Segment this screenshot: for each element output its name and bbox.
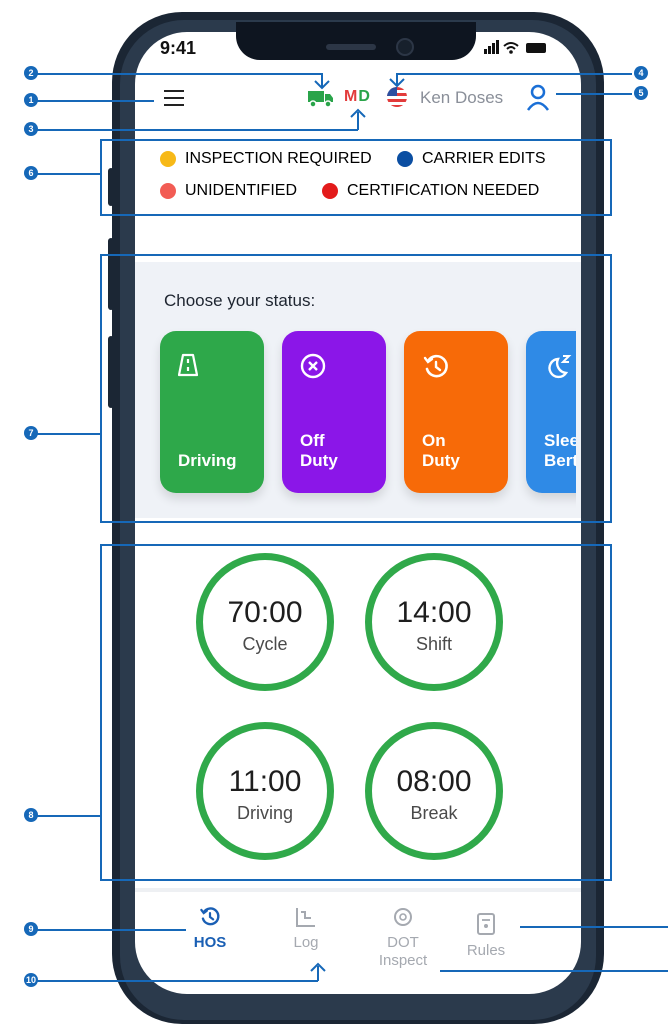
inspect-badge-icon: [394, 908, 412, 926]
truck-icon[interactable]: [308, 88, 334, 113]
annotation-line-5: [556, 93, 632, 95]
annotation-badge-8: 8: [24, 808, 38, 822]
clock-rotate-icon: [200, 907, 220, 926]
us-flag-icon[interactable]: [386, 86, 408, 113]
annotation-badge-9: 9: [24, 922, 38, 936]
nav-tab-rules[interactable]: Rules: [456, 912, 516, 959]
annotation-badge-3: 3: [24, 122, 38, 136]
annotation-line-2: [36, 73, 322, 75]
signal-wifi-icons: [484, 40, 522, 57]
status-bar-time: 9:41: [160, 38, 197, 58]
annotation-badge-2: 2: [24, 66, 38, 80]
nav-label: Log: [293, 934, 319, 951]
nav-label: Rules: [466, 942, 506, 959]
annotation-badge-10: 10: [24, 973, 38, 987]
region-code-d: D: [358, 88, 371, 105]
annotation-box-8: [100, 544, 612, 881]
front-camera: [396, 38, 414, 56]
annotation-badge-1: 1: [24, 93, 38, 107]
battery-icon: [526, 43, 546, 53]
arrow-down-icon: [389, 78, 405, 88]
arrow-down-icon: [314, 80, 330, 90]
nav-label: DOT: [387, 934, 419, 951]
arrow-up-icon: [350, 108, 366, 118]
menu-icon[interactable]: [164, 90, 184, 106]
annotation-line-4: [396, 73, 632, 75]
annotation-box-6: [100, 139, 612, 216]
annotation-line-10: [36, 980, 318, 982]
annotation-line-9: [36, 929, 186, 931]
username[interactable]: Ken Doses: [420, 88, 503, 108]
nav-tab-dot-inspect[interactable]: DOT Inspect: [366, 906, 440, 970]
user-icon[interactable]: [526, 84, 550, 117]
nav-divider: [135, 888, 581, 892]
rules-document-icon: [477, 913, 495, 935]
annotation-badge-5: 5: [634, 86, 648, 100]
annotation-line-8: [36, 815, 100, 817]
region-code[interactable]: MD: [344, 88, 371, 106]
annotation-box-7: [100, 254, 612, 523]
region-code-m: M: [344, 88, 359, 105]
log-chart-icon: [296, 908, 315, 927]
phone-notch: [236, 22, 476, 60]
nav-tab-log[interactable]: Log: [276, 906, 336, 951]
annotation-line-6: [36, 173, 100, 175]
annotation-badge-7: 7: [24, 426, 38, 440]
annotation-line-dot-inspect: [440, 970, 668, 972]
nav-label: HOS: [193, 934, 227, 951]
speaker-grille: [326, 44, 376, 50]
annotation-line-1: [36, 100, 154, 102]
annotation-badge-4: 4: [634, 66, 648, 80]
nav-tab-hos[interactable]: HOS: [180, 906, 240, 951]
annotation-line-rules: [520, 926, 668, 928]
annotation-line-7: [36, 433, 100, 435]
nav-label: Inspect: [378, 952, 428, 969]
arrow-up-icon: [310, 962, 326, 972]
annotation-line-3: [36, 129, 358, 131]
annotation-badge-6: 6: [24, 166, 38, 180]
